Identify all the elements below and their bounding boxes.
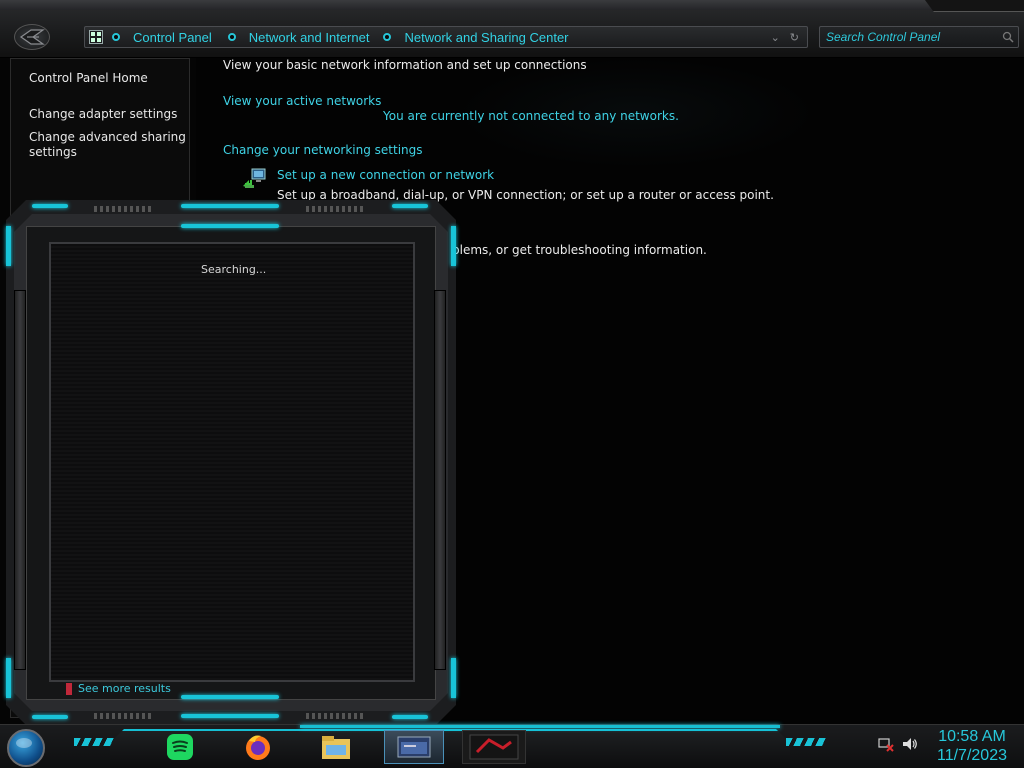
- search-icon[interactable]: [1002, 31, 1014, 43]
- firefox-button[interactable]: [240, 730, 276, 764]
- taskbar-band: [110, 729, 790, 768]
- breadcrumb-label[interactable]: Network and Sharing Center: [404, 30, 568, 45]
- accent-strip: [451, 226, 456, 266]
- search-box[interactable]: [819, 26, 1019, 48]
- search-results-panel[interactable]: [49, 242, 415, 682]
- file-explorer-icon: [322, 736, 350, 759]
- breadcrumb-control-panel[interactable]: Control Panel: [112, 30, 212, 45]
- search-status-text: Searching...: [201, 263, 267, 276]
- network-window-icon: [397, 736, 431, 758]
- accent-strip: [32, 204, 68, 208]
- new-connection-icon: [243, 168, 266, 188]
- volume-icon[interactable]: [902, 736, 918, 752]
- taskbar-clock[interactable]: 10:58 AM 11/7/2023: [930, 727, 1014, 765]
- chevron-down-icon[interactable]: ⌄: [771, 31, 780, 44]
- change-advanced-sharing-link[interactable]: Change advanced sharing settings: [29, 130, 186, 160]
- accent-strip: [6, 658, 11, 698]
- breadcrumb-separator-icon: [112, 33, 120, 41]
- accent-strip: [181, 204, 279, 208]
- active-networks-heading: View your active networks: [223, 94, 382, 108]
- accent-strip: [6, 226, 11, 266]
- taskbar-decoration: [786, 738, 826, 746]
- link-line[interactable]: settings: [29, 145, 186, 160]
- grille-decoration: [306, 713, 366, 719]
- taskbar-accent-line: [300, 725, 780, 728]
- accent-strip: [181, 714, 279, 718]
- address-bar[interactable]: Control Panel Network and Internet Netwo…: [84, 26, 808, 48]
- grille-decoration: [306, 206, 366, 212]
- taskbar-decoration: [74, 738, 114, 746]
- back-arrow-icon: [19, 29, 45, 45]
- link-line[interactable]: Change advanced sharing: [29, 130, 186, 145]
- title-trim: [0, 0, 1024, 10]
- spotify-icon: [167, 734, 193, 760]
- start-button[interactable]: [7, 729, 45, 767]
- app-window-button[interactable]: [462, 730, 526, 764]
- window-controls-area[interactable]: [925, 0, 1024, 12]
- side-rail: [434, 290, 446, 670]
- network-icon: [88, 29, 104, 45]
- clock-date: 11/7/2023: [937, 747, 1007, 764]
- grille-decoration: [94, 713, 154, 719]
- flag-icon: [66, 682, 72, 695]
- file-explorer-button[interactable]: [318, 730, 354, 764]
- networking-settings-heading: Change your networking settings: [223, 143, 423, 157]
- accent-strip: [181, 695, 279, 699]
- spotify-button[interactable]: [162, 730, 198, 764]
- start-menu: Searching... See more results: [6, 200, 456, 725]
- setup-connection-link[interactable]: Set up a new connection or network: [277, 168, 494, 182]
- accent-strip: [392, 204, 428, 208]
- accent-strip: [32, 715, 68, 719]
- firefox-icon: [246, 735, 270, 760]
- breadcrumb-sharing-center[interactable]: Network and Sharing Center: [383, 30, 569, 45]
- breadcrumb-separator-icon: [227, 33, 236, 41]
- accent-strip: [451, 658, 456, 698]
- control-panel-home-link[interactable]: Control Panel Home: [29, 71, 148, 86]
- accent-strip: [392, 715, 428, 719]
- breadcrumb-label[interactable]: Network and Internet: [249, 30, 370, 45]
- see-more-label[interactable]: See more results: [78, 682, 171, 695]
- accent-strip: [181, 224, 279, 228]
- system-tray: [878, 736, 918, 752]
- breadcrumb-label[interactable]: Control Panel: [133, 30, 212, 45]
- refresh-icon[interactable]: ↻: [790, 31, 799, 44]
- search-input[interactable]: [826, 28, 1001, 46]
- side-rail: [14, 290, 26, 670]
- breadcrumb-network-internet[interactable]: Network and Internet: [227, 30, 370, 45]
- network-window-button[interactable]: [384, 730, 444, 764]
- grille-decoration: [94, 206, 154, 212]
- troubleshoot-description: blems, or get troubleshooting informatio…: [452, 243, 707, 257]
- connection-status-text: You are currently not connected to any n…: [383, 109, 679, 123]
- see-more-results-link[interactable]: See more results: [66, 682, 171, 695]
- clock-time: 10:58 AM: [938, 728, 1006, 745]
- back-button[interactable]: [14, 24, 50, 50]
- network-disconnected-icon[interactable]: [878, 736, 894, 752]
- app-window-icon: [469, 734, 519, 760]
- window-title-bar: Control Panel Network and Internet Netwo…: [0, 0, 1024, 58]
- change-adapter-settings-link[interactable]: Change adapter settings: [29, 107, 177, 122]
- windows-orb-icon: [16, 738, 32, 748]
- page-heading: View your basic network information and …: [223, 58, 587, 72]
- breadcrumb-separator-icon: [383, 33, 392, 41]
